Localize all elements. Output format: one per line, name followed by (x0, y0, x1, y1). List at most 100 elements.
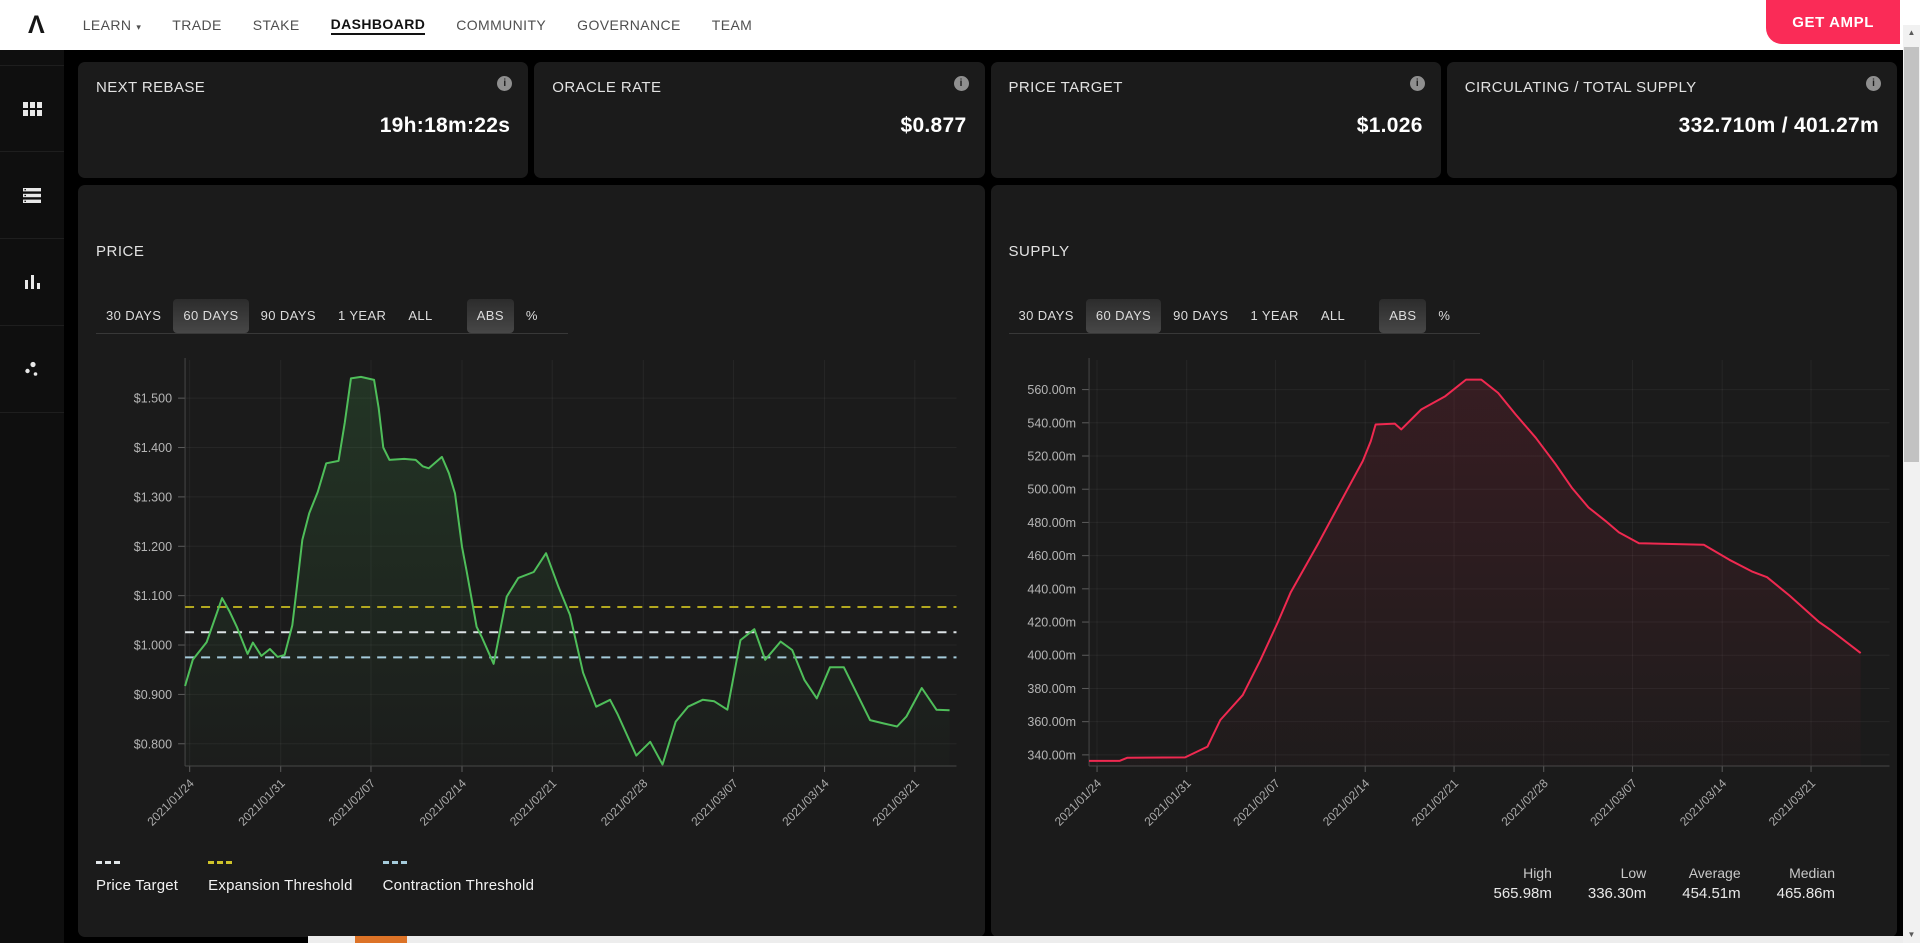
supply-tab-[interactable]: % (1428, 299, 1460, 333)
legend-label: Expansion Threshold (208, 877, 353, 894)
svg-text:520.00m: 520.00m (1027, 450, 1076, 464)
stat-average: Average 454.51m (1682, 865, 1740, 902)
stat-value: 565.98m (1493, 885, 1552, 902)
sidebar-item-scatter[interactable] (0, 326, 64, 413)
nav-item-learn[interactable]: LEARN ▾ (83, 17, 142, 33)
svg-text:2021/03/07: 2021/03/07 (1587, 776, 1640, 829)
price-tab-abs[interactable]: ABS (466, 299, 514, 333)
stat-cards-row: NEXT REBASE i 19h:18m:22s ORACLE RATE i $0.87… (78, 62, 1897, 178)
nav-item-community[interactable]: COMMUNITY (456, 17, 546, 33)
supply-summary-stats: High 565.98m Low 336.30m Average 454.51m Media… (1494, 865, 1836, 902)
svg-text:2021/02/14: 2021/02/14 (1319, 776, 1372, 829)
horizontal-scrollbar[interactable] (308, 936, 1903, 943)
supply-tab-1-year[interactable]: 1 YEAR (1240, 299, 1308, 333)
supply-chart: 560.00m 540.00m 520.00m 500.00m 480.00m 460.0… (1027, 358, 1889, 829)
supply-panel-title: SUPPLY (1008, 243, 1070, 260)
svg-text:2021/03/14: 2021/03/14 (779, 776, 832, 829)
sidebar-item-bar-chart[interactable] (0, 239, 64, 326)
sidebar-item-list[interactable] (0, 152, 64, 239)
svg-text:2021/03/14: 2021/03/14 (1676, 776, 1729, 829)
brand-logo[interactable]: Λ (28, 11, 45, 40)
info-icon[interactable]: i (1409, 76, 1425, 91)
svg-text:420.00m: 420.00m (1027, 616, 1076, 630)
legend-item-expansion-threshold: Expansion Threshold (208, 861, 352, 894)
supply-tab-60-days[interactable]: 60 DAYS (1085, 299, 1162, 333)
svg-text:340.00m: 340.00m (1027, 748, 1076, 762)
nav-item-dashboard[interactable]: DASHBOARD (330, 16, 426, 35)
svg-text:2021/01/31: 2021/01/31 (1141, 776, 1194, 829)
scroll-down-icon[interactable]: ▼ (1903, 927, 1920, 943)
legend-swatch-dashed (96, 861, 120, 864)
stat-label: Median (1789, 865, 1835, 881)
stat-label: Average (1688, 865, 1741, 881)
vertical-scrollbar[interactable]: ▲ ▼ (1903, 25, 1920, 943)
svg-text:$1.200: $1.200 (134, 540, 172, 554)
card-price-target: PRICE TARGET i $1.026 (990, 62, 1441, 178)
svg-text:2021/02/07: 2021/02/07 (326, 776, 379, 829)
price-tab-90-days[interactable]: 90 DAYS (251, 299, 326, 333)
supply-tab-all[interactable]: ALL (1311, 299, 1355, 333)
get-ampl-button[interactable]: GET AMPL (1766, 0, 1900, 44)
vertical-scrollbar-thumb[interactable] (1904, 47, 1919, 462)
nav-item-trade[interactable]: TRADE (172, 17, 221, 33)
supply-tab-90-days[interactable]: 90 DAYS (1163, 299, 1238, 333)
svg-text:2021/03/07: 2021/03/07 (688, 776, 741, 829)
main-content: NEXT REBASE i 19h:18m:22s ORACLE RATE i $0.87… (64, 50, 1903, 943)
nav-item-governance[interactable]: GOVERNANCE (577, 17, 681, 33)
sidebar (0, 50, 64, 943)
supply-tab-30-days[interactable]: 30 DAYS (1009, 299, 1084, 333)
price-tab-30-days[interactable]: 30 DAYS (96, 299, 171, 333)
price-tab-1-year[interactable]: 1 YEAR (328, 299, 396, 333)
stat-median: Median 465.86m (1777, 865, 1835, 902)
svg-text:2021/03/21: 2021/03/21 (1765, 776, 1818, 829)
price-chart: $1.500 $1.400 $1.300 $1.200 $1.100 $1.000 $0.9… (134, 358, 957, 829)
grid-icon (22, 101, 42, 116)
svg-text:$1.400: $1.400 (134, 441, 172, 455)
svg-text:440.00m: 440.00m (1027, 582, 1076, 596)
card-title: ORACLE RATE (552, 79, 662, 96)
svg-text:480.00m: 480.00m (1027, 516, 1076, 530)
info-icon[interactable]: i (1866, 76, 1881, 91)
chevron-down-icon: ▾ (136, 22, 142, 32)
card-next-rebase: NEXT REBASE i 19h:18m:22s (78, 62, 529, 178)
scroll-up-icon[interactable]: ▲ (1903, 25, 1920, 41)
svg-text:2021/02/28: 2021/02/28 (1498, 776, 1551, 829)
sidebar-item-grid[interactable] (0, 65, 64, 152)
svg-text:$1.000: $1.000 (134, 639, 172, 653)
svg-text:2021/01/24: 2021/01/24 (1051, 776, 1104, 829)
svg-text:2021/01/31: 2021/01/31 (235, 776, 288, 829)
legend-swatch-dashed (382, 861, 407, 864)
svg-text:540.00m: 540.00m (1027, 416, 1076, 430)
stat-value: 454.51m (1682, 885, 1741, 902)
svg-text:$0.800: $0.800 (134, 737, 172, 751)
info-icon[interactable]: i (497, 76, 513, 91)
legend-label: Price Target (96, 877, 179, 894)
price-tab-all[interactable]: ALL (398, 299, 442, 333)
info-icon[interactable]: i (953, 76, 969, 91)
nav-menu: LEARN ▾ TRADE STAKE DASHBOARD COMMUNITY GOVERN… (83, 16, 753, 35)
nav-item-team[interactable]: TEAM (712, 17, 753, 33)
legend-item-contraction-threshold: Contraction Threshold (382, 861, 535, 894)
svg-text:2021/02/14: 2021/02/14 (417, 776, 470, 829)
price-tab-[interactable]: % (516, 299, 548, 333)
supply-range-tabs: 30 DAYS 60 DAYS 90 DAYS 1 YEAR ALL ABS% (1008, 299, 1481, 334)
card-circulating-total-supply: CIRCULATING / TOTAL SUPPLY i 332.710m / 40… (1446, 62, 1897, 178)
svg-text:2021/02/07: 2021/02/07 (1230, 776, 1283, 829)
svg-text:$1.500: $1.500 (134, 392, 172, 406)
svg-text:560.00m: 560.00m (1027, 383, 1076, 397)
nav-item-stake[interactable]: STAKE (253, 17, 300, 33)
stat-value: 336.30m (1587, 885, 1647, 902)
horizontal-scrollbar-accent (355, 936, 407, 943)
supply-tab-abs[interactable]: ABS (1379, 299, 1427, 333)
svg-text:360.00m: 360.00m (1027, 715, 1076, 729)
card-title: CIRCULATING / TOTAL SUPPLY (1464, 79, 1697, 96)
svg-text:2021/01/24: 2021/01/24 (144, 776, 197, 829)
price-legend: Price Target Expansion Threshold Contracti… (96, 861, 534, 894)
scatter-icon (24, 361, 40, 377)
stat-label: High (1523, 865, 1552, 881)
stat-value: 465.86m (1776, 885, 1835, 902)
stat-label: Low (1620, 865, 1647, 881)
price-tab-60-days[interactable]: 60 DAYS (173, 299, 249, 333)
card-oracle-rate: ORACLE RATE i $0.877 (534, 62, 985, 178)
bar-chart-icon (24, 275, 40, 289)
